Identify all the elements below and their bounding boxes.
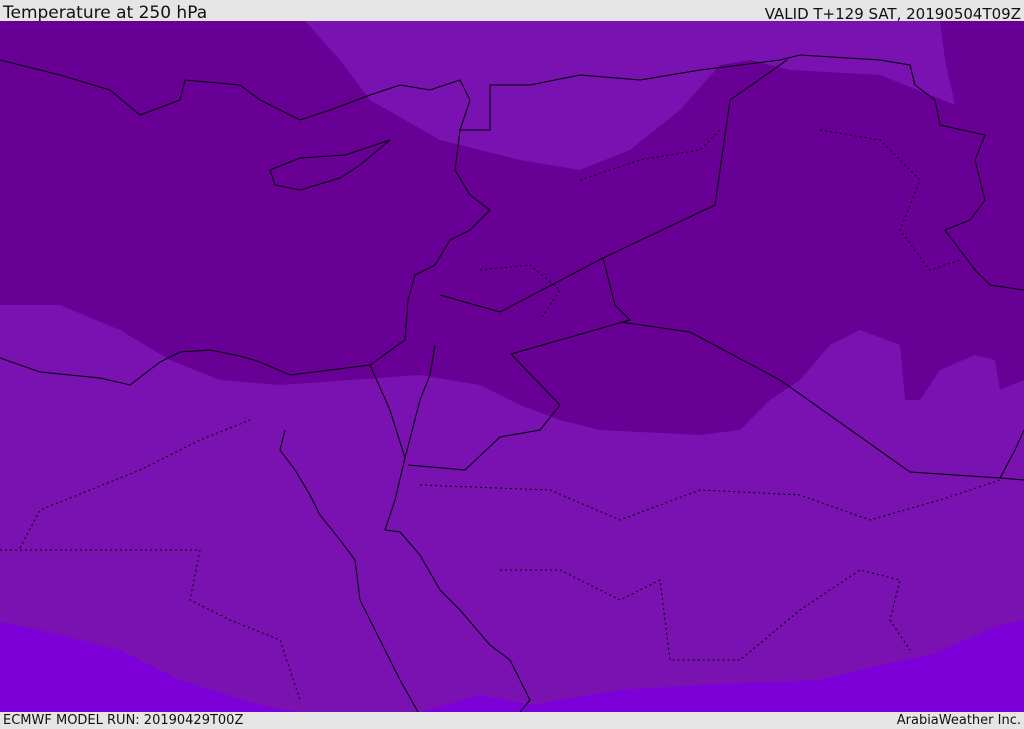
credit: ArabiaWeather Inc. — [896, 713, 1021, 728]
footer-bar: ECMWF MODEL RUN: 20190429T00Z ArabiaWeat… — [0, 712, 1024, 729]
map-title: Temperature at 250 hPa — [3, 3, 208, 23]
model-run: ECMWF MODEL RUN: 20190429T00Z — [3, 713, 244, 728]
header-bar: Temperature at 250 hPa VALID T+129 SAT, … — [0, 0, 1024, 23]
temperature-map — [0, 21, 1024, 712]
